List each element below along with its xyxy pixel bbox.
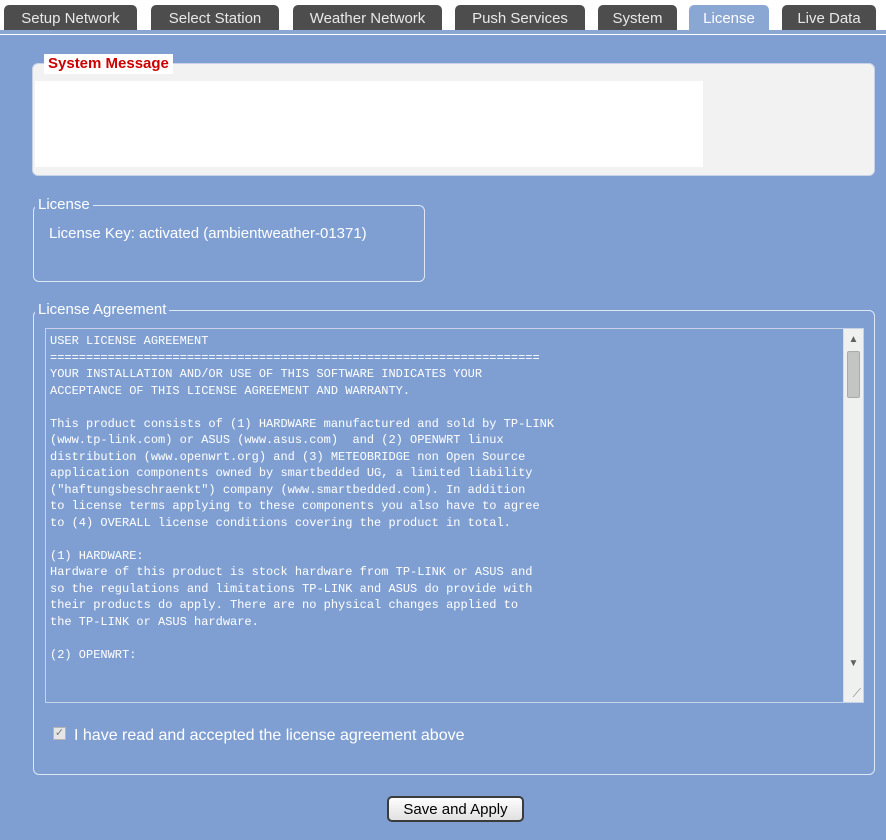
tab-weather-network[interactable]: Weather Network	[293, 5, 442, 32]
scroll-thumb[interactable]	[847, 351, 860, 398]
tab-license[interactable]: License	[689, 5, 769, 32]
system-message-text	[35, 81, 703, 167]
accept-row: ✓ I have read and accepted the license ag…	[53, 725, 465, 747]
tab-band	[0, 30, 886, 34]
tab-live-data[interactable]: Live Data	[782, 5, 876, 32]
license-fieldset	[33, 205, 425, 282]
license-key-text: License Key: activated (ambientweather-0…	[49, 225, 367, 242]
tab-system[interactable]: System	[598, 5, 677, 32]
accept-label: I have read and accepted the license agr…	[74, 727, 465, 744]
resize-grip-icon[interactable]: ⟋	[847, 686, 861, 700]
tab-setup-network[interactable]: Setup Network	[4, 5, 137, 32]
system-message-legend: System Message	[44, 54, 173, 74]
agreement-legend: License Agreement	[35, 301, 170, 319]
tab-select-station[interactable]: Select Station	[151, 5, 279, 32]
tab-bar: Setup Network Select Station Weather Net…	[0, 0, 886, 35]
license-legend: License	[35, 196, 93, 214]
save-and-apply-button[interactable]: Save and Apply	[387, 796, 524, 822]
accept-checkbox[interactable]: ✓	[53, 727, 66, 741]
textarea-scrollbar[interactable]: ▲ ▼	[843, 329, 863, 702]
license-agreement-text: USER LICENSE AGREEMENT =================…	[50, 334, 555, 662]
scroll-down-icon[interactable]: ▼	[844, 655, 863, 672]
tab-push-services[interactable]: Push Services	[455, 5, 585, 32]
scroll-up-icon[interactable]: ▲	[844, 331, 863, 348]
license-agreement-textarea[interactable]: USER LICENSE AGREEMENT =================…	[45, 328, 864, 703]
